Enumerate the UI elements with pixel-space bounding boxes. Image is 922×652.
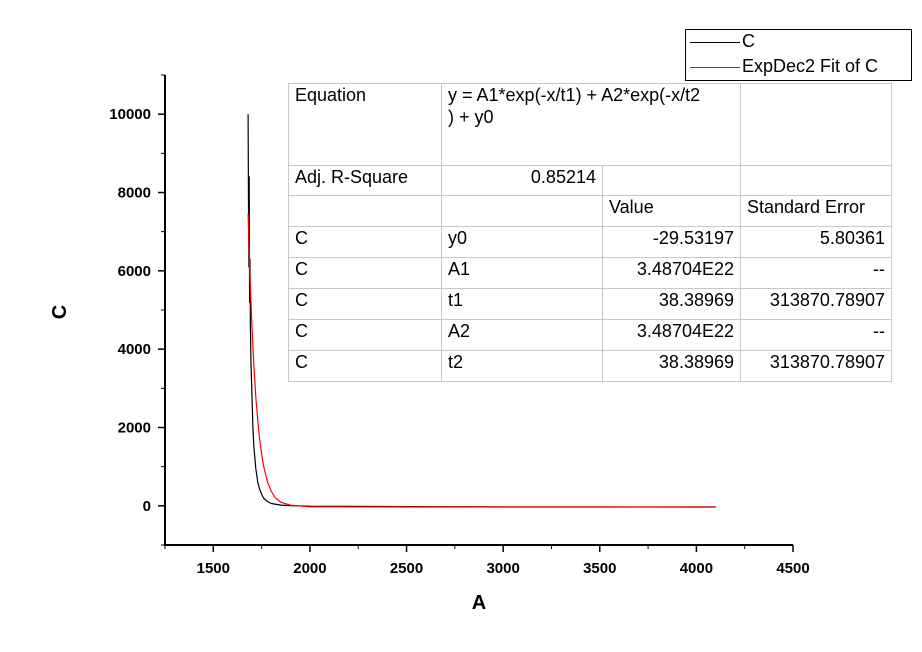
error-cell: --	[740, 257, 892, 289]
table-row: C t2 38.38969 313870.78907	[288, 350, 892, 382]
value-cell: -29.53197	[602, 226, 741, 258]
y-tick-label: 4000	[118, 341, 151, 358]
table-row: C A1 3.48704E22 --	[288, 257, 892, 289]
value-cell: 38.38969	[602, 350, 741, 382]
adj-r-square-label: Adj. R-Square	[288, 165, 442, 196]
error-cell: 5.80361	[740, 226, 892, 258]
y-tick-label: 2000	[118, 420, 151, 437]
equation-line-2: ) + y0	[448, 107, 494, 127]
adj-r-square-value: 0.85214	[441, 165, 603, 196]
value-cell: 38.38969	[602, 288, 741, 320]
y-tick-label: 0	[143, 498, 151, 515]
adj-r-square-row: Adj. R-Square 0.85214	[288, 165, 892, 196]
fit-parameters-table: Equation y = A1*exp(-x/t1) + A2*exp(-x/t…	[288, 83, 892, 382]
dependent-cell: C	[288, 350, 442, 382]
table-row: C y0 -29.53197 5.80361	[288, 226, 892, 258]
x-tick-label: 1500	[197, 560, 230, 577]
equation-line-1: y = A1*exp(-x/t1) + A2*exp(-x/t2	[448, 85, 701, 105]
parameter-cell: t2	[441, 350, 603, 382]
equation-label: Equation	[288, 83, 442, 166]
legend: C ExpDec2 Fit of C	[685, 29, 912, 81]
header-row: Value Standard Error	[288, 195, 892, 227]
x-tick-label: 2500	[390, 560, 423, 577]
legend-label-fit: ExpDec2 Fit of C	[742, 56, 879, 76]
x-tick-label: 4500	[776, 560, 809, 577]
error-cell: 313870.78907	[740, 288, 892, 320]
y-axis-title: C	[49, 305, 71, 319]
x-tick-label: 3000	[486, 560, 519, 577]
empty-cell	[602, 165, 741, 196]
x-axis-title: A	[472, 592, 486, 614]
legend-entry-fit: ExpDec2 Fit of C	[686, 55, 911, 79]
y-tick-label: 10000	[109, 106, 151, 123]
parameter-cell: A2	[441, 319, 603, 351]
x-tick-label: 2000	[293, 560, 326, 577]
value-cell: 3.48704E22	[602, 257, 741, 289]
legend-swatch-c	[690, 42, 740, 43]
parameter-cell: t1	[441, 288, 603, 320]
table-row: C A2 3.48704E22 --	[288, 319, 892, 351]
dependent-cell: C	[288, 226, 442, 258]
empty-cell	[740, 165, 892, 196]
error-column-header: Standard Error	[740, 195, 892, 227]
dependent-cell: C	[288, 319, 442, 351]
legend-swatch-fit	[690, 67, 740, 68]
value-column-header: Value	[602, 195, 741, 227]
equation-empty-cell	[740, 83, 892, 166]
x-tick-label: 4000	[680, 560, 713, 577]
legend-label-c: C	[742, 31, 755, 51]
error-cell: 313870.78907	[740, 350, 892, 382]
dependent-cell: C	[288, 288, 442, 320]
empty-cell	[441, 195, 603, 227]
y-tick-label: 8000	[118, 185, 151, 202]
equation-row: Equation y = A1*exp(-x/t1) + A2*exp(-x/t…	[288, 83, 892, 166]
empty-cell	[288, 195, 442, 227]
dependent-cell: C	[288, 257, 442, 289]
table-row: C t1 38.38969 313870.78907	[288, 288, 892, 320]
legend-entry-c: C	[686, 30, 911, 54]
parameter-cell: A1	[441, 257, 603, 289]
error-cell: --	[740, 319, 892, 351]
equation-value: y = A1*exp(-x/t1) + A2*exp(-x/t2 ) + y0	[441, 83, 741, 166]
y-tick-label: 6000	[118, 263, 151, 280]
parameter-cell: y0	[441, 226, 603, 258]
value-cell: 3.48704E22	[602, 319, 741, 351]
x-tick-label: 3500	[583, 560, 616, 577]
